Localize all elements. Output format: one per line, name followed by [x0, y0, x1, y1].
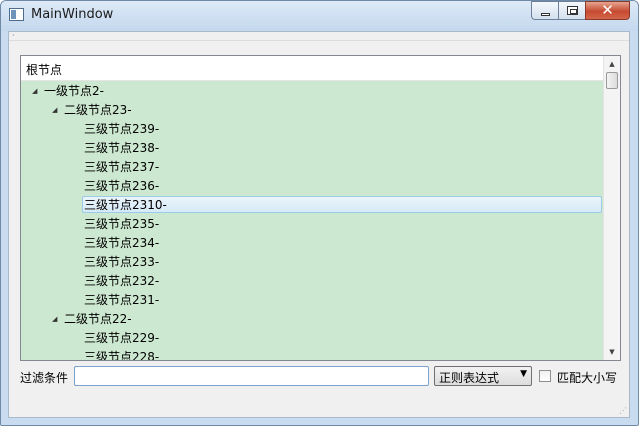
minimize-button[interactable]	[531, 1, 559, 20]
tree-item-label: 二级节点22-	[64, 312, 132, 326]
tree-item-label: 二级节点23-	[64, 103, 132, 117]
main-window: MainWindow ✕ · 根节点 ◢ 一级节点2- ◢ 二级节点23- 三级节点23…	[0, 0, 639, 426]
case-sensitive-label[interactable]: 匹配大小写	[557, 369, 617, 386]
tree-row[interactable]: ◢ 二级节点23-	[21, 101, 604, 120]
tree-row[interactable]: 三级节点2310-	[21, 196, 604, 215]
expand-arrow-icon[interactable]: ◢	[52, 101, 62, 120]
tree-item-label: 一级节点2-	[44, 84, 104, 98]
scroll-down-icon[interactable]: ▼	[604, 344, 620, 360]
case-sensitive-checkbox[interactable]	[539, 370, 551, 382]
tree-row[interactable]: 三级节点233-	[21, 253, 604, 272]
tree-item-label: 三级节点232-	[84, 274, 160, 288]
tree-row[interactable]: 三级节点239-	[21, 120, 604, 139]
close-button[interactable]: ✕	[585, 1, 630, 20]
tree-item-label: 三级节点234-	[84, 236, 160, 250]
tree-item-label: 三级节点233-	[84, 255, 160, 269]
title-bar[interactable]: MainWindow ✕	[1, 1, 638, 31]
tree-item-label: 三级节点231-	[84, 293, 160, 307]
tree-item-label: 三级节点235-	[84, 217, 160, 231]
scrollbar-thumb[interactable]	[606, 72, 618, 89]
tree-item-label: 三级节点228-	[84, 350, 160, 361]
tree-view[interactable]: 根节点 ◢ 一级节点2- ◢ 二级节点23- 三级节点239- 三级节点238- 三级节点2…	[20, 55, 621, 361]
central-widget: · 根节点 ◢ 一级节点2- ◢ 二级节点23- 三级节点239- 三级节点238- 三级节…	[8, 31, 630, 418]
expand-arrow-icon[interactable]: ◢	[32, 82, 42, 101]
tree-item-label: 三级节点238-	[84, 141, 160, 155]
dropdown-arrow-icon: ▼	[520, 369, 527, 379]
vertical-scrollbar[interactable]: ▲ ▼	[603, 56, 620, 360]
tree-header[interactable]: 根节点	[21, 56, 604, 81]
tree-row[interactable]: 三级节点229-	[21, 329, 604, 348]
menu-bar[interactable]: ·	[9, 32, 629, 41]
tree-header-label: 根节点	[26, 63, 63, 77]
tree-row[interactable]: 三级节点232-	[21, 272, 604, 291]
filter-input[interactable]	[74, 366, 429, 386]
expand-arrow-icon[interactable]: ◢	[52, 310, 62, 329]
filter-label: 过滤条件	[20, 371, 69, 385]
close-icon: ✕	[601, 1, 614, 19]
tree-row[interactable]: 三级节点231-	[21, 291, 604, 310]
tree-item-label: 三级节点239-	[84, 122, 160, 136]
window-title: MainWindow	[31, 7, 114, 22]
tree-row[interactable]: 三级节点228-	[21, 348, 604, 361]
tree-item-label: 三级节点236-	[84, 179, 160, 193]
tree-row[interactable]: 三级节点237-	[21, 158, 604, 177]
tree-item-label: 三级节点2310-	[84, 198, 167, 212]
tree-rows: ◢ 一级节点2- ◢ 二级节点23- 三级节点239- 三级节点238- 三级节点237- 三…	[21, 82, 604, 361]
tree-row[interactable]: 三级节点234-	[21, 234, 604, 253]
size-grip-icon[interactable]: ⋰	[619, 406, 627, 415]
maximize-icon	[567, 6, 578, 15]
syntax-selected-value: 正则表达式	[439, 371, 500, 385]
menu-extension-icon[interactable]: ·	[12, 32, 15, 40]
filter-text-field[interactable]	[75, 367, 428, 385]
tree-row[interactable]: 三级节点236-	[21, 177, 604, 196]
tree-row[interactable]: 三级节点235-	[21, 215, 604, 234]
minimize-icon	[541, 13, 550, 16]
tree-row[interactable]: 三级节点238-	[21, 139, 604, 158]
tree-item-label: 三级节点237-	[84, 160, 160, 174]
scroll-up-icon[interactable]: ▲	[604, 56, 620, 72]
syntax-combobox[interactable]: 正则表达式 ▼	[434, 366, 532, 386]
tree-row[interactable]: ◢ 一级节点2-	[21, 82, 604, 101]
maximize-button[interactable]	[558, 1, 586, 20]
app-icon	[9, 8, 24, 21]
tree-row[interactable]: ◢ 二级节点22-	[21, 310, 604, 329]
tree-item-label: 三级节点229-	[84, 331, 160, 345]
